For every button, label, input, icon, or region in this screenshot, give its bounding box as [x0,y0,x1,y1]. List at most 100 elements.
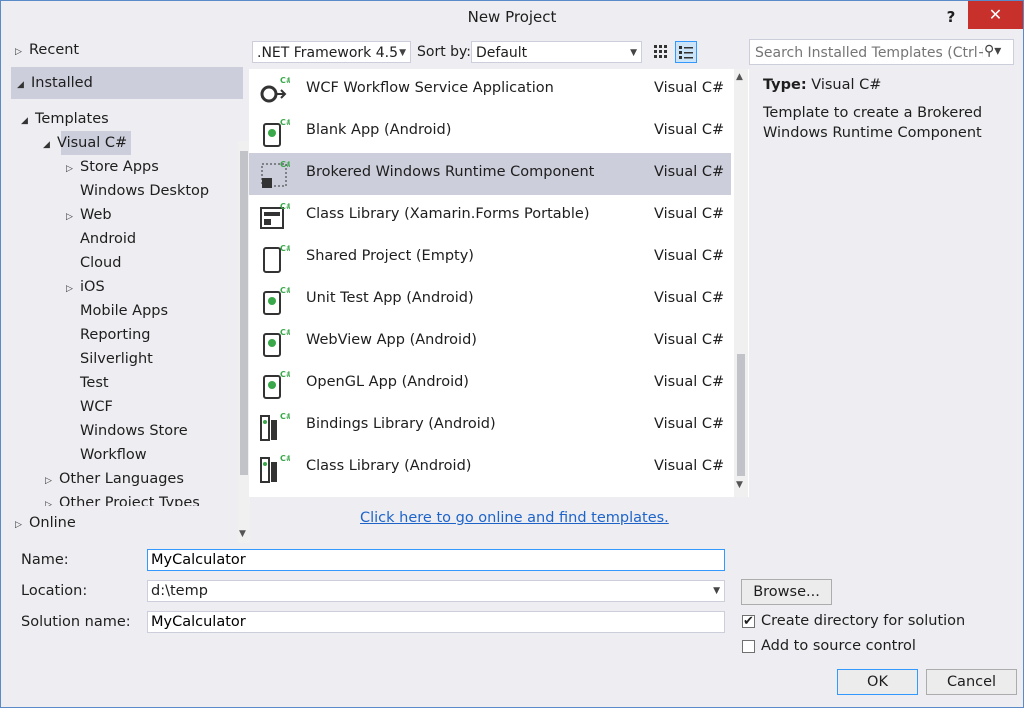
shared-project-icon: C# [258,242,293,274]
project-form: Name: Location: d:\temp ▼ Browse... Solut… [1,545,1023,707]
location-label: Location: [21,583,88,599]
template-language: Visual C# [654,332,725,348]
tree-item-mobile-apps[interactable]: Mobile Apps [80,300,168,322]
template-name: Brokered Windows Runtime Component [306,164,595,180]
template-item[interactable]: C# Bindings Library (Android) Visual C# [249,405,731,447]
framework-select[interactable]: .NET Framework 4.5 ▼ [252,41,411,63]
tree-item-templates[interactable]: ◢ Templates [21,108,109,130]
tree-item-label: Other Project Types [59,495,200,506]
template-item[interactable]: C# OpenGL App (Android) Visual C# [249,363,731,405]
tree-item-visual-csharp[interactable]: ◢ Visual C# [43,132,127,154]
expand-icon[interactable]: ▷ [66,206,80,228]
list-view-icon[interactable] [675,41,697,63]
location-value: d:\temp [151,583,208,599]
scroll-up-icon[interactable]: ▲ [736,72,743,82]
template-item[interactable]: C# Class Library (Xamarin.Forms Portable)… [249,195,731,237]
new-project-dialog: New Project ? ✕ ▷ Recent ◢ Installed ◢ Temp… [0,0,1024,708]
search-icon[interactable]: ⚲▾ [984,43,1001,59]
scroll-down-icon[interactable]: ▼ [239,529,246,539]
template-details: Type: Visual C# Template to create a Bro… [763,77,1013,143]
name-label: Name: [21,552,69,568]
android-opengl-icon: C# [258,368,293,400]
tree-item-test[interactable]: Test [80,372,109,394]
collapse-icon[interactable]: ◢ [17,74,31,96]
tree-item-label: Templates [35,111,109,127]
solution-name-input[interactable] [147,611,725,633]
tree-item-recent[interactable]: ▷ Recent [15,39,79,61]
dropdown-arrow-icon[interactable]: ▼ [630,42,637,64]
tree-item-cloud[interactable]: Cloud [80,252,121,274]
template-name: OpenGL App (Android) [306,374,469,390]
template-language: Visual C# [654,164,725,180]
template-item[interactable]: C# WCF Workflow Service Application Visual… [249,69,731,111]
expand-icon[interactable]: ▷ [66,278,80,300]
tree-item-android[interactable]: Android [80,228,136,250]
collapse-icon[interactable]: ◢ [21,110,35,132]
tree-item-label: Installed [31,75,93,91]
source-control-checkbox[interactable] [742,640,755,653]
tree-item-label: Web [80,207,112,223]
template-name: Unit Test App (Android) [306,290,474,306]
online-templates-link[interactable]: Click here to go online and find templat… [360,510,669,526]
scroll-down-icon[interactable]: ▼ [736,480,743,490]
template-item[interactable]: C# WebView App (Android) Visual C# [249,321,731,363]
location-select[interactable]: d:\temp ▼ [147,580,725,602]
help-button[interactable]: ? [939,5,963,29]
template-item[interactable]: C# Unit Test App (Android) Visual C# [249,279,731,321]
sort-value: Default [476,45,528,61]
tree-item-other-project-types[interactable]: ▷ Other Project Types [45,492,200,506]
close-button[interactable]: ✕ [968,1,1023,29]
source-control-label[interactable]: Add to source control [761,638,916,654]
expand-icon[interactable]: ▷ [66,158,80,180]
tree-item-store-apps[interactable]: ▷ Store Apps [66,156,159,178]
tree-item-workflow[interactable]: Workflow [80,444,147,466]
category-tree: ▷ Recent ◢ Installed ◢ Templates ◢ Visual C#… [9,37,250,543]
template-language: Visual C# [654,374,725,390]
collapse-icon[interactable]: ◢ [43,134,57,156]
tree-item-label: Silverlight [80,351,153,367]
sort-select[interactable]: Default ▼ [471,41,642,63]
android-library-icon: C# [258,452,293,484]
search-box[interactable]: ⚲▾ [749,39,1014,65]
tree-item-ios[interactable]: ▷ iOS [66,276,105,298]
ok-button[interactable]: OK [837,669,918,695]
tree-item-other-languages[interactable]: ▷ Other Languages [45,468,184,490]
template-item[interactable]: C# Shared Project (Empty) Visual C# [249,237,731,279]
expand-icon[interactable]: ▷ [45,470,59,492]
tree-item-web[interactable]: ▷ Web [66,204,112,226]
create-directory-checkbox[interactable]: ✔ [742,615,755,628]
android-bindings-icon: C# [258,410,293,442]
template-item[interactable]: C# Brokered Windows Runtime Component Visu… [249,153,731,195]
dropdown-arrow-icon[interactable]: ▼ [713,581,720,601]
tree-item-online[interactable]: ▷ Online [15,512,76,534]
template-item[interactable]: C# Blank App (Android) Visual C# [249,111,731,153]
dropdown-arrow-icon[interactable]: ▼ [399,42,406,64]
template-language: Visual C# [654,248,725,264]
svg-text:C#: C# [280,118,290,127]
browse-button[interactable]: Browse... [741,579,832,605]
tree-item-silverlight[interactable]: Silverlight [80,348,153,370]
tree-item-reporting[interactable]: Reporting [80,324,151,346]
tree-item-windows-store[interactable]: Windows Store [80,420,188,442]
expand-icon[interactable]: ▷ [15,514,29,536]
template-list-scrollbar[interactable]: ▲ ▼ [734,69,748,497]
template-item[interactable]: C# Class Library (Android) Visual C# [249,447,731,489]
tree-scrollbar-thumb[interactable] [240,151,248,475]
tree-item-wcf[interactable]: WCF [80,396,113,418]
template-list: C# WCF Workflow Service Application Visual… [249,69,749,497]
svg-text:C#: C# [280,286,290,295]
tree-item-installed-row[interactable]: ◢ Installed [17,72,93,94]
template-name: WCF Workflow Service Application [306,80,554,96]
tree-item-windows-desktop[interactable]: Windows Desktop [80,180,209,202]
cancel-button[interactable]: Cancel [926,669,1017,695]
grid-view-icon[interactable] [649,41,671,63]
tree-item-label: iOS [80,279,105,295]
name-input[interactable] [147,549,725,571]
expand-icon[interactable]: ▷ [45,494,59,506]
expand-icon[interactable]: ▷ [15,41,29,63]
search-input[interactable] [753,42,985,64]
template-list-scrollbar-thumb[interactable] [737,354,745,476]
template-language: Visual C# [654,416,725,432]
create-directory-label[interactable]: Create directory for solution [761,613,965,629]
template-name: Class Library (Xamarin.Forms Portable) [306,206,590,222]
